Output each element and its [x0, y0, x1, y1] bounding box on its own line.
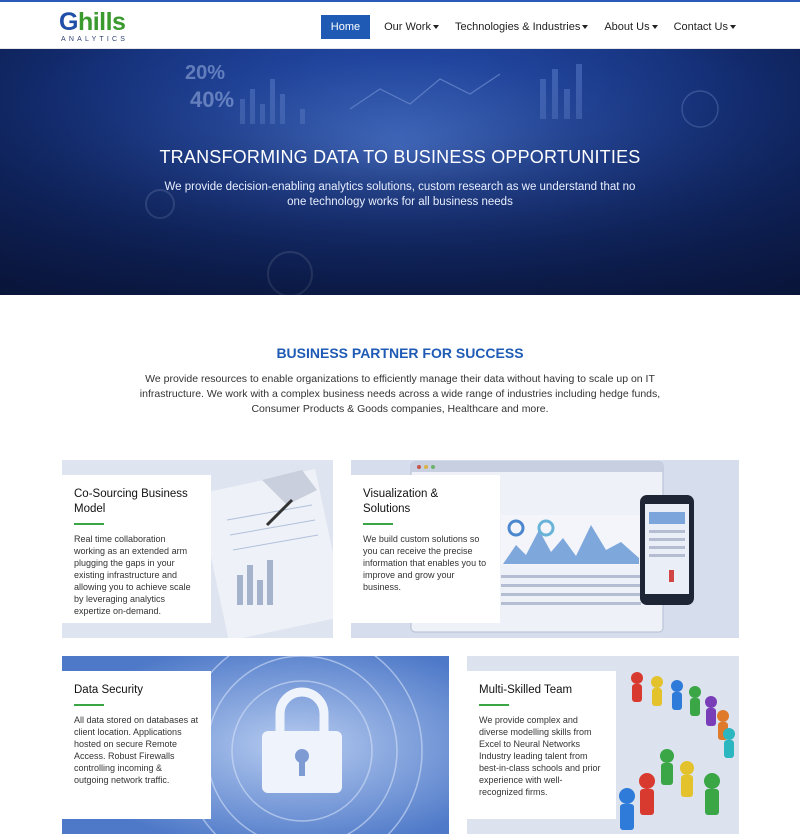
- nav-technologies-industries[interactable]: Technologies & Industries: [447, 15, 596, 39]
- hero-title: TRANSFORMING DATA TO BUSINESS OPPORTUNIT…: [159, 147, 641, 167]
- nav-about-label: About Us: [604, 21, 650, 33]
- nav-contact-us[interactable]: Contact Us: [666, 15, 744, 39]
- card-data-security: Data Security All data stored on databas…: [62, 656, 449, 834]
- card-text-box: Visualization & Solutions We build custo…: [351, 475, 500, 623]
- hero-overlay-20: 20%: [185, 62, 225, 84]
- card-multi-skilled-team: Multi-Skilled Team We provide complex an…: [467, 656, 739, 834]
- nav-technologies-label: Technologies & Industries: [454, 21, 581, 33]
- nav-home-label: Home: [330, 21, 361, 33]
- caret-down-icon: [432, 25, 439, 30]
- card-text: Real time collaboration working as an ex…: [74, 534, 191, 616]
- nav-our-work[interactable]: Our Work: [376, 15, 447, 39]
- logo-letters-hills: hills: [77, 8, 126, 36]
- hero-overlay-40: 40%: [190, 87, 234, 112]
- site-header: Ghills ANALYTICS Home Our Work Technolog…: [0, 2, 800, 49]
- green-underline: [479, 704, 509, 706]
- logo-main-text: Ghills: [59, 9, 129, 35]
- card-text: All data stored on databases at client l…: [74, 715, 199, 785]
- card-text-box: Multi-Skilled Team We provide complex an…: [467, 671, 616, 819]
- nav-home[interactable]: Home: [320, 15, 371, 39]
- section-title: BUSINESS PARTNER FOR SUCCESS: [276, 345, 524, 361]
- caret-down-icon: [582, 25, 589, 30]
- caret-down-icon: [651, 25, 658, 30]
- caret-down-icon: [730, 25, 736, 30]
- nav-our-work-label: Our Work: [384, 21, 431, 33]
- card-title: Multi-Skilled Team: [479, 684, 573, 696]
- card-text-box: Co-Sourcing Business Model Real time col…: [62, 475, 211, 623]
- card-title: Data Security: [74, 684, 144, 696]
- hero-banner: 20% 40% TRANSFORMING DATA TO BUSINESS OP…: [0, 49, 800, 295]
- logo[interactable]: Ghills ANALYTICS: [59, 9, 129, 45]
- logo-letter-g: G: [59, 8, 78, 36]
- nav-about-us[interactable]: About Us: [596, 15, 665, 39]
- card-text: We build custom solutions so you can rec…: [363, 534, 487, 592]
- card-title: Visualization & Solutions: [363, 488, 439, 515]
- nav-contact-label: Contact Us: [673, 21, 728, 33]
- green-underline: [74, 704, 104, 706]
- card-text-box: Data Security All data stored on databas…: [62, 671, 211, 819]
- card-visualization: Visualization & Solutions We build custo…: [351, 460, 739, 638]
- green-underline: [74, 523, 104, 525]
- main-nav: Home Our Work Technologies & Industries …: [320, 15, 744, 39]
- card-text: We provide complex and diverse modelling…: [479, 715, 601, 797]
- card-title: Co-Sourcing Business Model: [74, 488, 188, 515]
- card-co-sourcing: Co-Sourcing Business Model Real time col…: [62, 460, 333, 638]
- logo-subtitle: ANALYTICS: [61, 36, 129, 43]
- hero-background-art: 20% 40%: [0, 49, 800, 295]
- hero-subtitle: We provide decision-enabling analytics s…: [164, 181, 636, 208]
- green-underline: [363, 523, 393, 525]
- section-text: We provide resources to enable organizat…: [139, 373, 661, 415]
